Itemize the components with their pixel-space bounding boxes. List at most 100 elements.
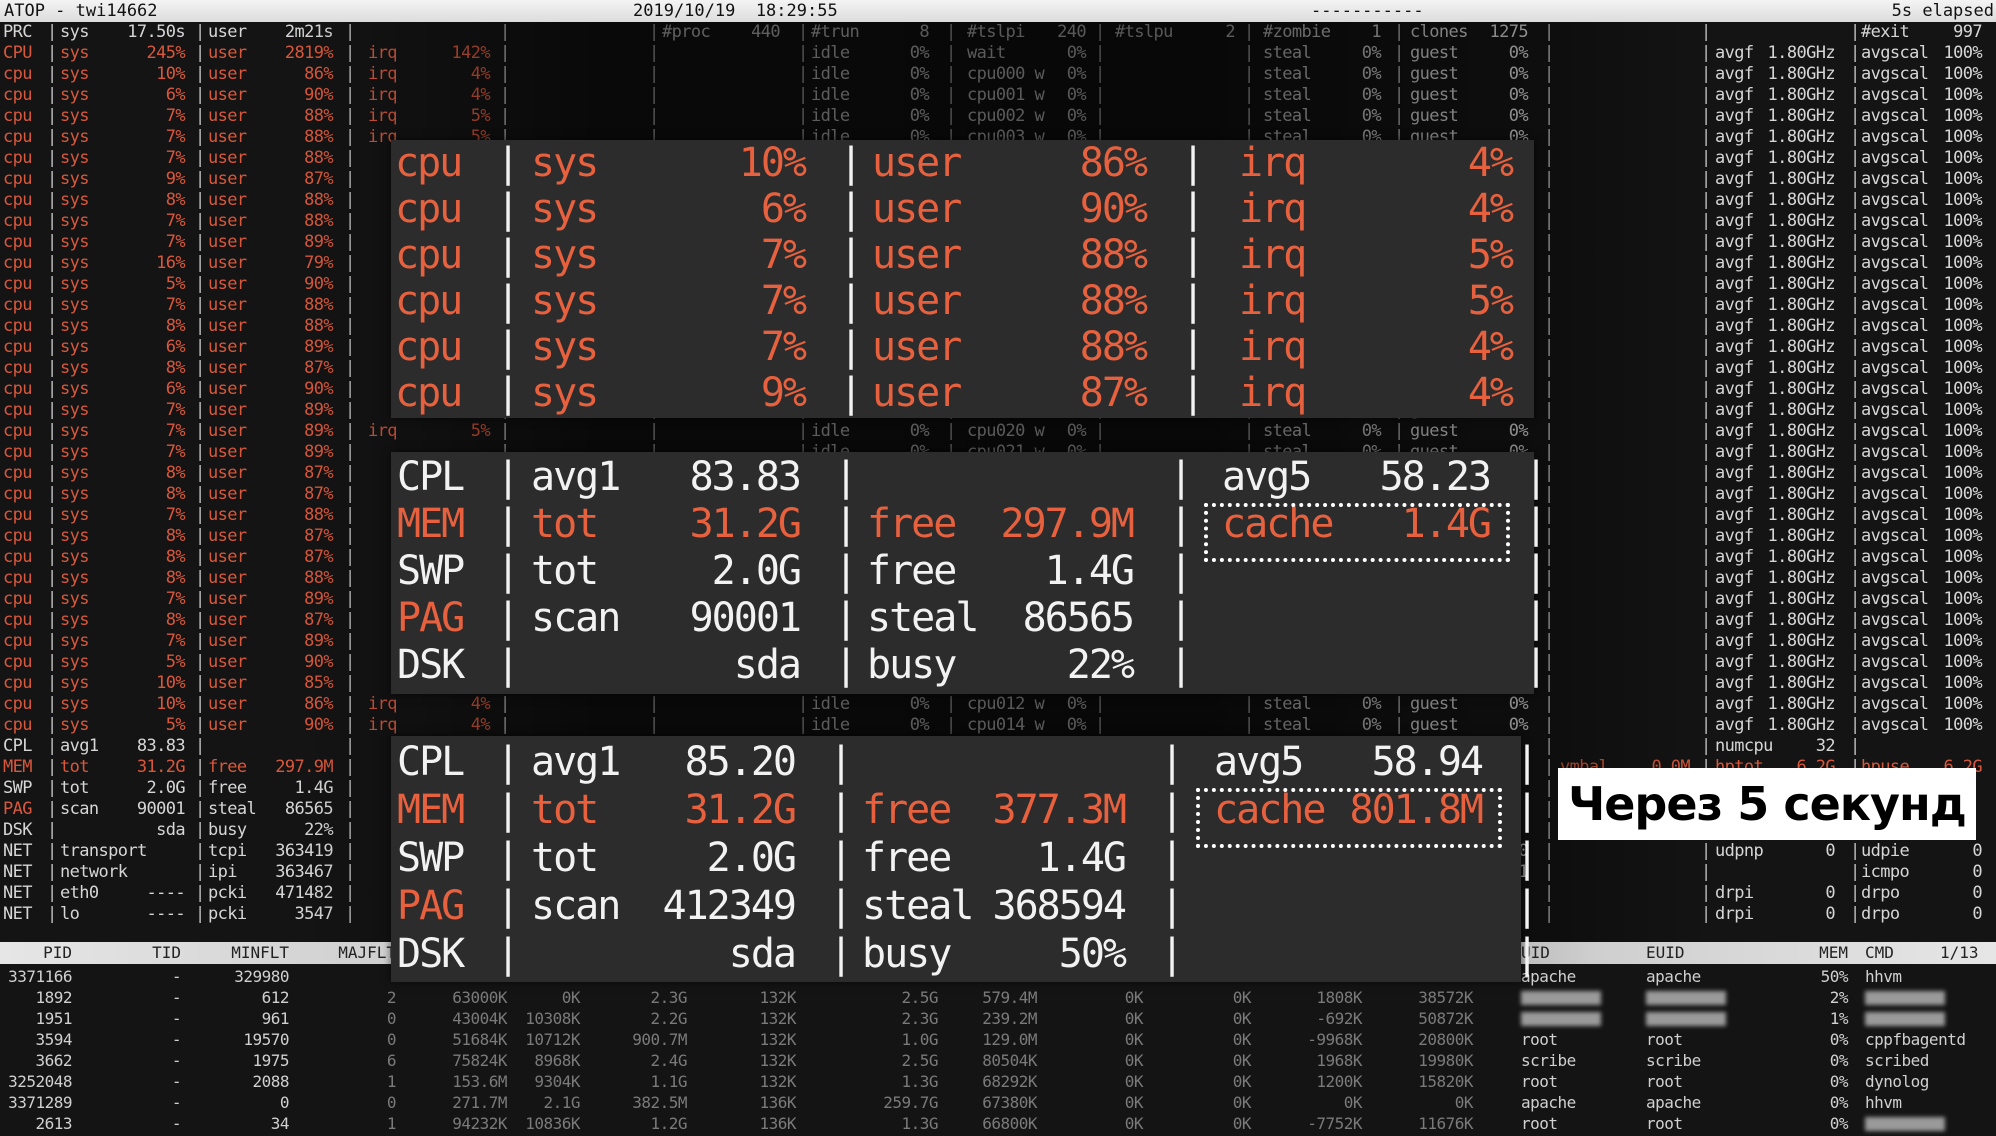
separator: | (195, 463, 205, 483)
field-value: 4% (470, 64, 491, 84)
table-cell: 0K (1124, 1030, 1144, 1049)
field-value: 1.80GHz (1767, 568, 1836, 588)
separator: | (1701, 862, 1711, 882)
table-cell: - (171, 1051, 182, 1070)
field-value: 0% (909, 694, 930, 714)
table-cell: -692K (1316, 1009, 1362, 1028)
field-value: 10% (156, 64, 186, 84)
table-row: 1892 - 612 2 63000K 0K 2.3G 132K 2.5G 579.4M 0K 0K 1… (0, 987, 1996, 1008)
field-value: sda (733, 642, 802, 688)
separator: | (1850, 589, 1860, 609)
separator: | (47, 232, 57, 252)
separator: | (839, 186, 863, 232)
row-label: cpu (3, 148, 33, 168)
separator: | (195, 316, 205, 336)
separator: | (47, 862, 57, 882)
field-value: 90% (304, 85, 334, 105)
field-value: 86565 (284, 799, 334, 819)
separator: | (1701, 169, 1711, 189)
separator: | (496, 548, 520, 594)
separator: | (649, 22, 659, 42)
table-cell: hhvm (1865, 1093, 1902, 1112)
zoom-row: SWP | | | | tot 2.0G free 1.4G (391, 834, 1539, 882)
separator: | (1095, 694, 1105, 714)
stat-row: cpu | | | | | | | | | | | | | sys 6% user 90% irq 4% idle 0% c… (0, 85, 1996, 106)
separator: | (47, 463, 57, 483)
field-value: 7% (165, 421, 186, 441)
separator: | (1850, 505, 1860, 525)
separator: | (195, 442, 205, 462)
field-value: 89% (304, 400, 334, 420)
separator: | (500, 694, 510, 714)
separator: | (345, 715, 355, 735)
separator: | (500, 421, 510, 441)
field-value: 87% (1079, 370, 1148, 416)
field-value: 100% (1943, 253, 1982, 273)
table-cell: 67380K (982, 1093, 1037, 1112)
table-cell: 0K (561, 988, 581, 1007)
zoom-row: CPL | | | | avg1 83.83 avg5 58.23 (391, 454, 1548, 501)
row-label: PAG (397, 883, 465, 929)
separator: | (1244, 715, 1254, 735)
separator: | (47, 85, 57, 105)
table-cell: 1 (386, 1114, 397, 1133)
field-value: 8% (165, 190, 186, 210)
separator: | (500, 22, 510, 42)
field-value: 32 (1815, 736, 1836, 756)
field-value: 86565 (1022, 595, 1135, 641)
separator: | (946, 715, 956, 735)
table-cell: - (171, 1030, 182, 1049)
row-label: MEM (397, 787, 465, 833)
field-value: 100% (1943, 589, 1982, 609)
separator: | (1181, 140, 1205, 186)
separator: | (1701, 64, 1711, 84)
zoom-cpu-row: cpu | | | sys 7% user 88% irq 4% (391, 324, 1534, 370)
field-value: 85% (304, 673, 334, 693)
field-value: 88% (304, 148, 334, 168)
field-value: 90001 (689, 595, 802, 641)
separator: | (1850, 568, 1860, 588)
row-label: cpu (3, 358, 33, 378)
field-value: 363467 (275, 862, 333, 882)
field-value: 10% (156, 673, 186, 693)
separator: | (1544, 799, 1554, 819)
separator: | (345, 400, 355, 420)
row-label: cpu (3, 127, 33, 147)
separator: | (195, 505, 205, 525)
field-value: 0% (1361, 106, 1382, 126)
separator: | (1850, 85, 1860, 105)
field-value: 245% (146, 43, 185, 63)
separator: | (1701, 841, 1711, 861)
row-label: cpu (3, 169, 33, 189)
field-value: 87% (304, 610, 334, 630)
separator: | (1544, 43, 1554, 63)
separator: | (1701, 421, 1711, 441)
zoom-after-panel: CPL | | | | avg1 85.20 avg5 58.94 MEM | | | | tot 31.2G… (391, 736, 1539, 982)
separator: | (195, 379, 205, 399)
separator: | (1701, 379, 1711, 399)
separator: | (1544, 127, 1554, 147)
table-cell: 80504K (982, 1051, 1037, 1070)
separator: | (47, 883, 57, 903)
row-label: CPL (397, 739, 465, 785)
annotation-label: Через 5 секунд (1558, 768, 1976, 840)
separator: | (1544, 64, 1554, 84)
table-cell: 75824K (452, 1051, 507, 1070)
separator: | (1095, 106, 1105, 126)
elapsed: 5s elapsed (1891, 1, 1994, 21)
redacted-cell (1865, 1113, 1945, 1136)
separator: | (195, 589, 205, 609)
table-cell: 8968K (534, 1051, 580, 1070)
field-value: 1.80GHz (1767, 463, 1836, 483)
redacted-cell (1646, 1008, 1726, 1031)
separator: | (1850, 295, 1860, 315)
separator: | (1394, 106, 1404, 126)
field-name: network (60, 862, 128, 882)
separator: | (47, 673, 57, 693)
separator: | (1515, 739, 1539, 785)
table-cell: 0K (1124, 1051, 1144, 1070)
field-value: 1.80GHz (1767, 694, 1836, 714)
separator: | (1701, 904, 1711, 924)
separator: | (1515, 931, 1539, 977)
table-cell: 259.7G (883, 1093, 938, 1112)
